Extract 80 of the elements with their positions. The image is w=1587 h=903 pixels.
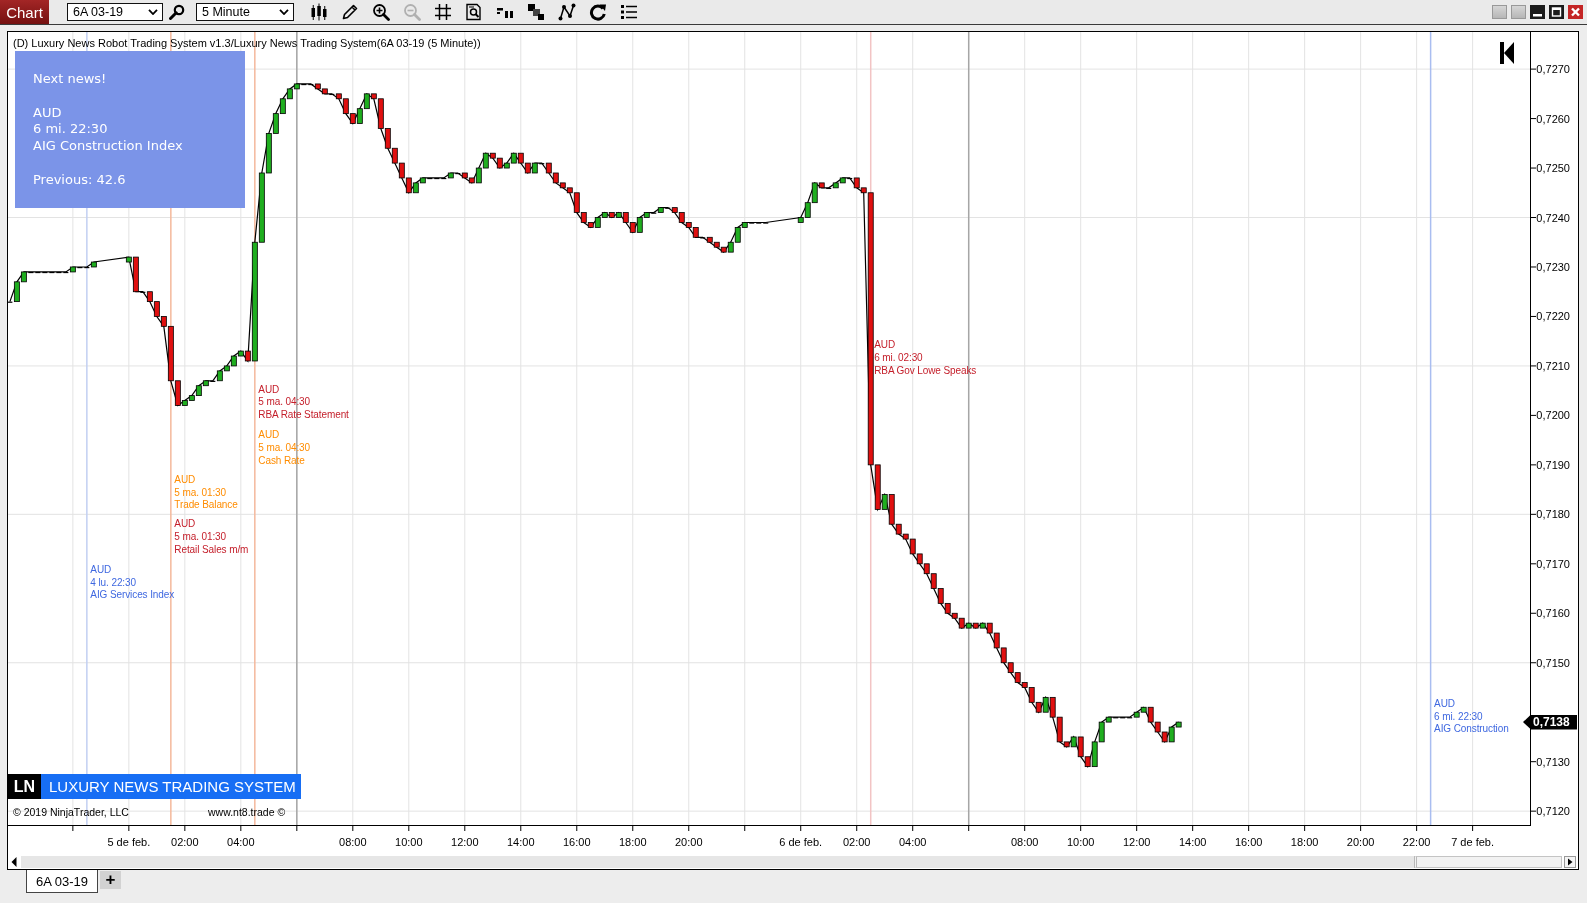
stacked-squares-icon[interactable] (527, 3, 545, 21)
axis-label: 0,7180 (1536, 508, 1570, 521)
axis-label: 0,7210 (1536, 359, 1570, 372)
axis-label: 0,7170 (1536, 557, 1570, 570)
list-icon[interactable] (620, 3, 638, 21)
axis-label: 0,7260 (1536, 112, 1570, 125)
axis-label: 0,7220 (1536, 310, 1570, 323)
axis-label: 0,7130 (1536, 755, 1570, 768)
panel-heading: Next news! (33, 71, 107, 88)
axis-label: 0,7270 (1536, 63, 1570, 76)
chart-title: (D) Luxury News Robot Trading System v1.3/Luxury News Trading System(6A 03-19 (5 Minute)) (13, 37, 481, 49)
axis-label: 0,7250 (1536, 162, 1570, 175)
axis-label: 02:00 (171, 836, 199, 848)
axis-label: 04:00 (898, 836, 927, 848)
axis-label: 02:00 (842, 836, 871, 848)
axis-label: 14:00 (507, 836, 535, 848)
axis-label: 0,7200 (1536, 409, 1570, 422)
system-name-banner: LUXURY NEWS TRADING SYSTEM (41, 774, 301, 799)
chevron-down-icon (279, 9, 289, 15)
news-label: AUD 5 ma. 01:30 Retail Sales m/m (174, 518, 249, 557)
candlestick-icon[interactable] (310, 3, 328, 21)
news-label: AUD 5 ma. 01:30 Trade Balance (174, 473, 238, 512)
zoom-in-icon[interactable] (372, 3, 390, 21)
caret-right-icon[interactable] (1564, 856, 1576, 868)
news-label: AUD 6 mi. 22:30 AIG Construction (1434, 697, 1509, 737)
previous-value-text: Previous: 42.6 (33, 171, 126, 189)
grid-icon[interactable] (434, 3, 452, 21)
axis-label: 16:00 (563, 836, 591, 848)
search-icon[interactable] (169, 4, 185, 20)
new-tab-button[interactable]: + (100, 871, 121, 889)
maximize-icon[interactable] (1549, 5, 1564, 19)
scrollbar-track[interactable] (21, 856, 1562, 868)
scrollbar-thumb[interactable] (1414, 856, 1562, 868)
axis-label: 12:00 (451, 836, 479, 848)
currency-text: AUD (33, 104, 62, 122)
interval-dropdown[interactable]: 5 Minute (196, 3, 294, 21)
axis-label: 22:00 (1402, 836, 1431, 848)
chart-menu-button[interactable]: Chart (0, 0, 49, 24)
axis-label: 14:00 (1178, 836, 1207, 848)
news-label: AUD 5 ma. 04:30 Cash Rate (258, 429, 311, 468)
minimize-icon[interactable] (1530, 5, 1545, 19)
axis-label: 08:00 (1010, 836, 1039, 848)
axis-label: 7 de feb. (1451, 836, 1494, 848)
instrument-dropdown[interactable]: 6A 03-19 (67, 3, 163, 21)
time-text: 6 mi. 22:30 (33, 121, 108, 139)
event-text: AIG Construction Index (33, 138, 183, 155)
pencil-icon[interactable] (341, 3, 359, 21)
price-marker: 0,7138 (1523, 714, 1577, 730)
axis-label: 18:00 (619, 836, 647, 848)
axis-label: 16:00 (1234, 836, 1263, 848)
axis-label: 6 de feb. (779, 836, 823, 848)
axis-label: 5 de feb. (107, 836, 151, 848)
chart-tab[interactable]: 6A 03-19 (26, 870, 98, 893)
axis-label: 0,7150 (1536, 656, 1570, 669)
logo-badge: LN (8, 774, 41, 799)
document-search-icon[interactable] (465, 3, 483, 21)
axis-label: 0,7240 (1536, 211, 1570, 224)
chevron-down-icon (148, 9, 158, 15)
axis-label: 08:00 (339, 836, 367, 848)
axis-label: 0,7120 (1536, 805, 1570, 818)
copyright-text: © 2019 NinjaTrader, LLC (13, 806, 129, 818)
axis-label: 12:00 (1122, 836, 1151, 848)
axis-label: 0,7190 (1536, 458, 1570, 471)
axis-label: 20:00 (675, 836, 703, 848)
axis-label: 0,7230 (1536, 260, 1570, 273)
skip-back-icon[interactable] (1500, 42, 1514, 64)
caret-left-icon[interactable] (11, 857, 17, 867)
axis-label: 10:00 (1066, 836, 1095, 848)
axis-label: 04:00 (227, 836, 255, 848)
news-label: AUD 5 ma. 04:30 RBA Rate Statement (258, 383, 349, 422)
refresh-icon[interactable] (589, 3, 607, 21)
website-text: www.nt8.trade © (208, 806, 286, 818)
news-label: AUD 6 mi. 02:30 RBA Gov Lowe Speaks (874, 339, 977, 378)
news-label: AUD 4 lu. 22:30 AIG Services Index (90, 563, 175, 603)
polyline-icon[interactable] (558, 3, 576, 21)
axis-label: 18:00 (1290, 836, 1319, 848)
axis-label: 10:00 (395, 836, 423, 848)
axis-label: 0,7160 (1536, 607, 1570, 620)
close-icon[interactable] (1568, 5, 1583, 19)
axis-label: 20:00 (1346, 836, 1375, 848)
